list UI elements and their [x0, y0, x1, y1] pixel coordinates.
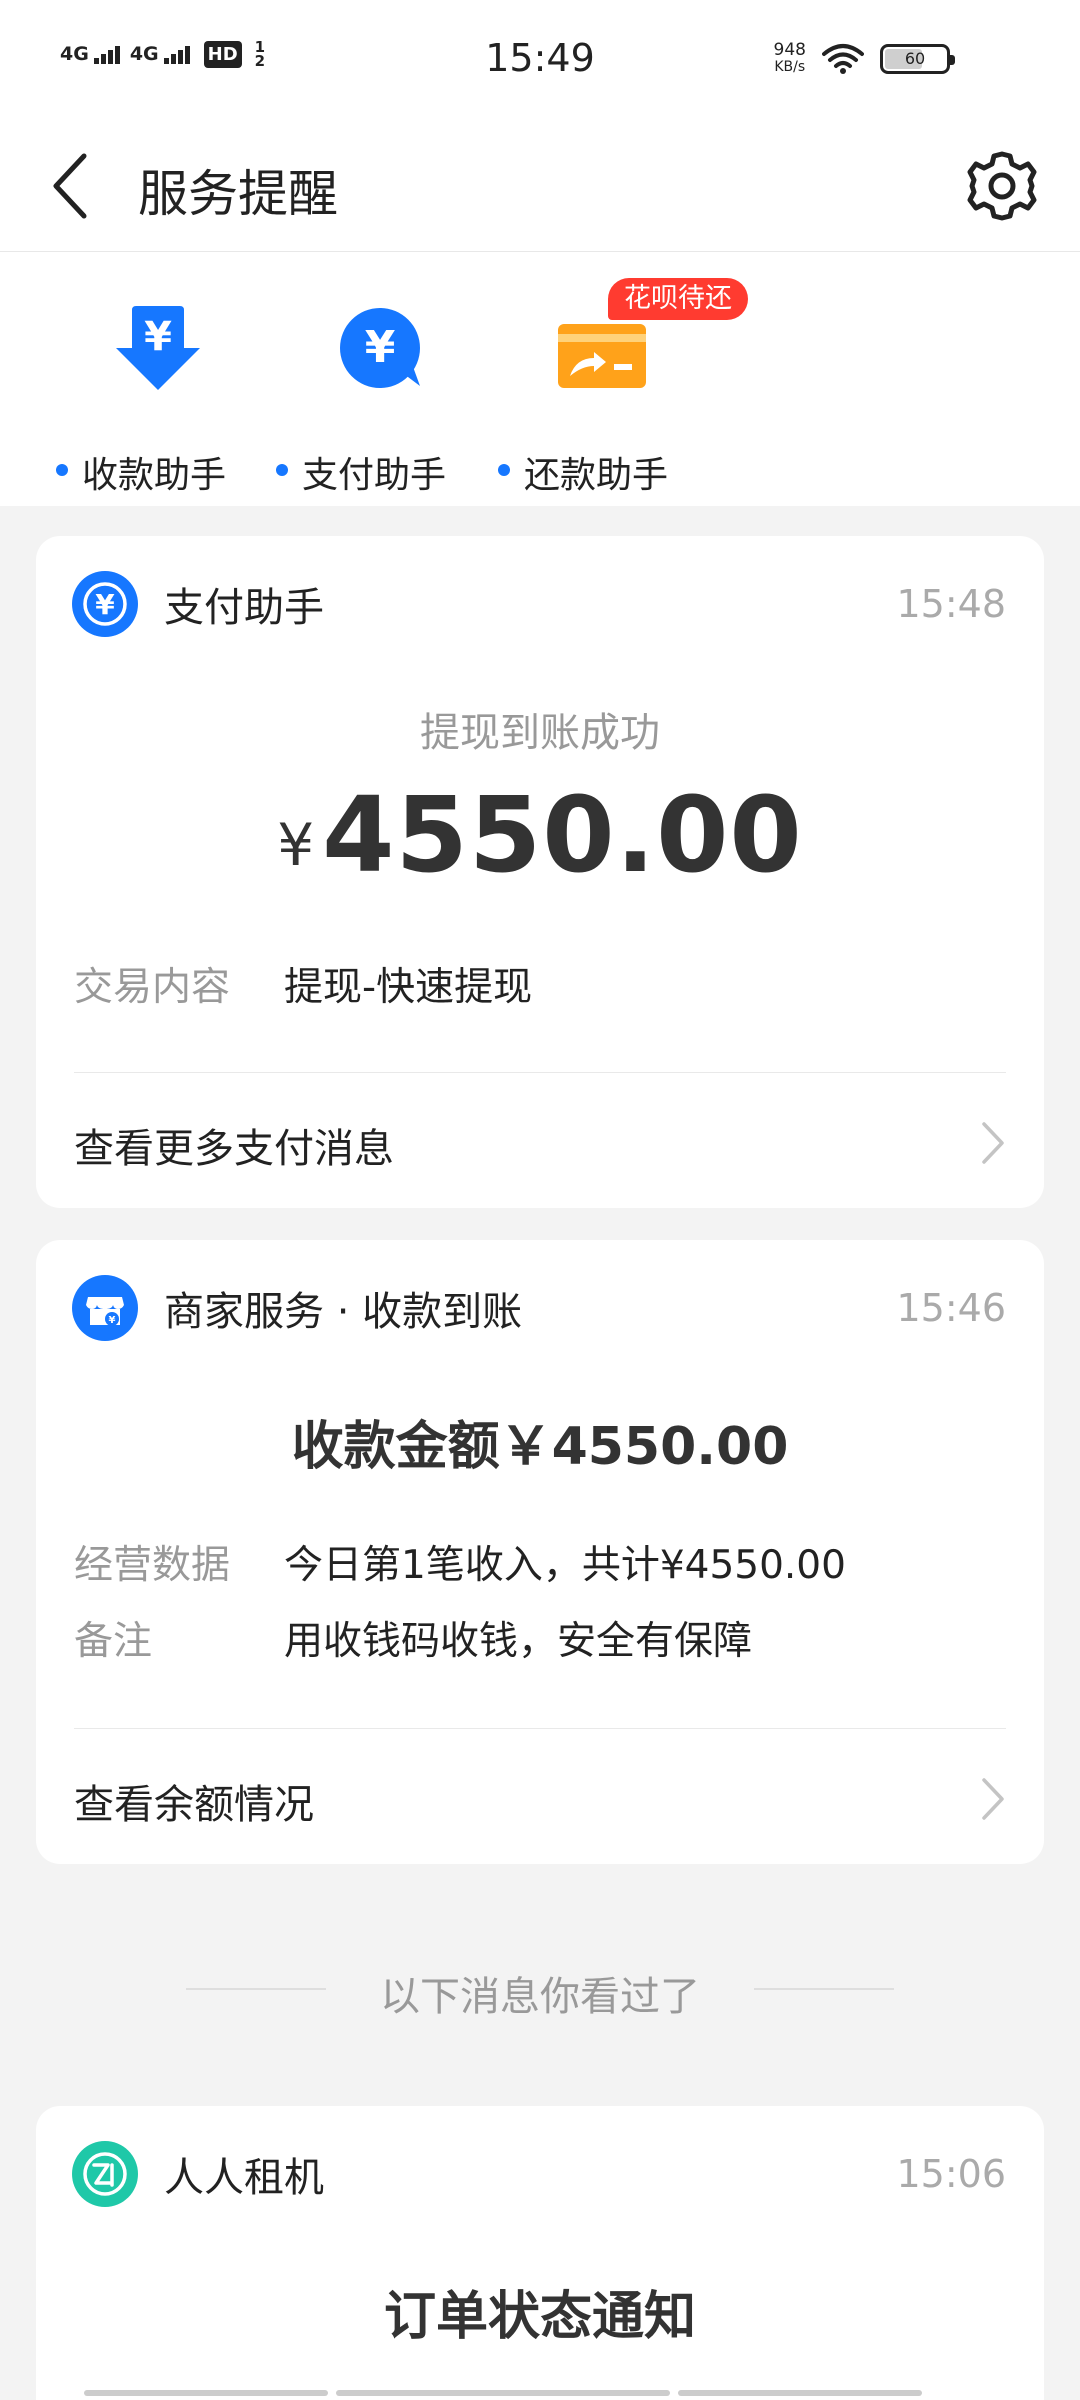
divider: [74, 1072, 1006, 1073]
detail-key: 交易内容: [74, 965, 231, 1010]
assistant-repayment[interactable]: 还款助手: [498, 298, 702, 496]
detail-value: 今日第1笔收入，共计¥4550.00: [284, 1543, 846, 1588]
battery-icon: 60: [880, 44, 955, 74]
wifi-icon: [822, 44, 864, 74]
payment-assistant-logo-icon: ¥: [72, 571, 138, 637]
page-title: 服务提醒: [138, 165, 338, 223]
detail-value: 提现-快速提现: [284, 965, 533, 1010]
card-timestamp: 15:48: [896, 582, 1006, 626]
detail-key: 备注: [74, 1619, 153, 1664]
assistant-payment-label: 支付助手: [302, 455, 447, 496]
huabei-due-badge: 花呗待还: [608, 278, 748, 320]
card-header: ¥ 商家服务 · 收款到账: [72, 1274, 522, 1342]
assistant-payment[interactable]: ¥ 支付助手: [276, 298, 480, 496]
card-sender-name: 人人租机: [164, 2155, 324, 2201]
receive-download-yen-icon: ¥: [116, 306, 200, 390]
card-timestamp: 15:06: [896, 2152, 1006, 2196]
merchant-store-icon: ¥: [72, 1275, 138, 1341]
payment-assistant-card[interactable]: ¥ 支付助手 15:48 提现到账成功 ¥4550.00 交易内容 提现-快速提…: [36, 536, 1044, 1208]
card-header: ¥ 支付助手: [72, 570, 324, 638]
network-speed: 948 KB/s: [774, 42, 806, 76]
order-progress-bars: [84, 2390, 922, 2396]
back-arrow-icon[interactable]: [44, 148, 114, 224]
assistant-receive[interactable]: ¥ 收款助手: [56, 298, 258, 496]
received-amount-line: 收款金额￥4550.00: [291, 1417, 789, 1477]
card-sender-name: 支付助手: [164, 585, 324, 631]
detail-key: 经营数据: [74, 1543, 231, 1588]
network-speed-value: 948: [773, 40, 806, 60]
status-right: 948 KB/s 60: [774, 42, 955, 76]
assistant-receive-label: 收款助手: [82, 455, 227, 496]
merchant-service-card[interactable]: ¥ 商家服务 · 收款到账 15:46 收款金额￥4550.00 经营数据 今日…: [36, 1240, 1044, 1864]
network-speed-unit: KB/s: [774, 59, 806, 75]
rental-card[interactable]: 人人租机 15:06 订单状态通知: [36, 2106, 1044, 2400]
withdraw-success-title: 提现到账成功: [420, 710, 660, 756]
card-sender-name: 商家服务 · 收款到账: [164, 1289, 523, 1335]
rental-logo-icon: [72, 2141, 138, 2207]
svg-text:¥: ¥: [144, 314, 172, 360]
svg-text:¥: ¥: [109, 1315, 116, 1326]
read-messages-label: 以下消息你看过了: [380, 1974, 700, 2020]
detail-value: 用收钱码收钱，安全有保障: [284, 1619, 753, 1664]
amount-value: 4550.00: [322, 774, 803, 896]
order-status-title: 订单状态通知: [383, 2287, 696, 2347]
business-data-row: 经营数据 今日第1笔收入，共计¥4550.00: [74, 1534, 846, 1590]
divider: [74, 1728, 1006, 1729]
remark-row: 备注 用收钱码收钱，安全有保障: [74, 1610, 752, 1666]
status-bar: 4G 4G HD 1 2 15:49 948 KB/s 60: [0, 0, 1080, 120]
chevron-right-icon[interactable]: [978, 1776, 1008, 1822]
read-messages-separator: 以下消息你看过了: [0, 1960, 1080, 2020]
view-more-payment-link[interactable]: 查看更多支付消息: [74, 1116, 394, 1174]
currency-symbol: ¥: [277, 811, 315, 879]
chevron-right-icon[interactable]: [978, 1120, 1008, 1166]
transaction-detail-row: 交易内容 提现-快速提现: [74, 956, 532, 1012]
card-timestamp: 15:46: [896, 1286, 1006, 1330]
card-header: 人人租机: [72, 2140, 324, 2208]
withdraw-amount: ¥4550.00: [36, 774, 1044, 896]
battery-level: 60: [904, 49, 926, 68]
svg-text:¥: ¥: [365, 322, 396, 373]
assistant-repayment-label: 还款助手: [524, 455, 669, 496]
nav-bar: 服务提醒: [0, 120, 1080, 252]
view-balance-link[interactable]: 查看余额情况: [74, 1772, 314, 1830]
payment-chat-yen-icon: ¥: [340, 308, 420, 388]
assistant-shortcuts: ¥ 收款助手 ¥ 支付助手 还款助手: [0, 252, 1080, 506]
svg-text:¥: ¥: [95, 588, 115, 621]
settings-gear-icon[interactable]: [960, 144, 1044, 228]
